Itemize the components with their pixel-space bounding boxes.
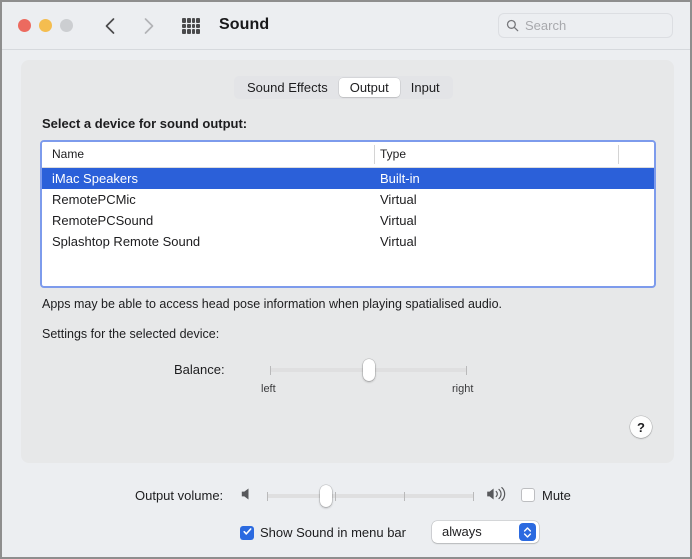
settings-for-device-label: Settings for the selected device: [42, 327, 219, 341]
chevron-up-down-icon[interactable] [519, 523, 536, 541]
table-row[interactable]: iMac Speakers Built-in [42, 168, 654, 189]
device-type: Built-in [380, 171, 420, 186]
tab-bar: Sound Effects Output Input [234, 76, 453, 99]
page-title: Sound [219, 16, 269, 34]
table-row[interactable]: RemotePCSound Virtual [42, 210, 654, 231]
device-name: RemotePCSound [52, 213, 153, 228]
column-header-type[interactable]: Type [380, 147, 406, 161]
forward-button[interactable] [137, 14, 161, 38]
device-type: Virtual [380, 192, 417, 207]
tab-input[interactable]: Input [400, 78, 451, 97]
column-divider-2[interactable] [618, 145, 619, 164]
search-icon [506, 19, 519, 32]
zoom-button[interactable] [60, 19, 73, 32]
checkmark-icon [242, 524, 253, 542]
output-volume-label: Output volume: [135, 488, 223, 503]
column-header-name[interactable]: Name [52, 147, 84, 161]
volume-tick-1 [335, 492, 336, 501]
volume-tick-0 [267, 492, 268, 501]
balance-max-label: right [452, 383, 473, 395]
help-button[interactable]: ? [630, 416, 652, 438]
balance-slider[interactable] [270, 368, 467, 372]
device-type: Virtual [380, 234, 417, 249]
speaker-low-icon [240, 486, 256, 507]
device-name: RemotePCMic [52, 192, 136, 207]
device-type: Virtual [380, 213, 417, 228]
show-all-grid-icon[interactable] [182, 18, 200, 34]
output-volume-slider[interactable] [267, 494, 474, 498]
back-button[interactable] [98, 14, 122, 38]
show-sound-in-menu-bar-checkbox[interactable] [240, 526, 254, 540]
search-field[interactable] [498, 13, 673, 38]
balance-label: Balance: [174, 362, 225, 377]
volume-slider-thumb[interactable] [320, 485, 332, 507]
device-list-heading: Select a device for sound output: [42, 116, 247, 131]
menu-bar-visibility-popup[interactable]: always [432, 521, 539, 543]
device-name: Splashtop Remote Sound [52, 234, 200, 249]
table-row[interactable]: Splashtop Remote Sound Virtual [42, 231, 654, 252]
minimize-button[interactable] [39, 19, 52, 32]
mute-checkbox[interactable] [521, 488, 535, 502]
popup-selected-value: always [442, 524, 482, 539]
close-button[interactable] [18, 19, 31, 32]
search-input[interactable] [525, 18, 655, 33]
table-header-row: Name Type [42, 142, 654, 168]
mute-label[interactable]: Mute [542, 488, 571, 503]
balance-tick-left [270, 366, 271, 375]
chevron-right-icon [143, 17, 155, 35]
tab-sound-effects[interactable]: Sound Effects [236, 78, 339, 97]
spatial-audio-note: Apps may be able to access head pose inf… [42, 297, 502, 311]
balance-min-label: left [261, 383, 276, 395]
device-name: iMac Speakers [52, 171, 138, 186]
column-divider-1[interactable] [374, 145, 375, 164]
tab-output[interactable]: Output [339, 78, 400, 97]
balance-slider-thumb[interactable] [363, 359, 375, 381]
volume-tick-3 [473, 492, 474, 501]
table-row[interactable]: RemotePCMic Virtual [42, 189, 654, 210]
sound-preferences-window: Sound Sound Effects Output Input Select … [2, 2, 690, 557]
chevron-left-icon [104, 17, 116, 35]
window-titlebar: Sound [2, 2, 690, 50]
traffic-light-buttons [18, 19, 73, 32]
speaker-high-icon [486, 486, 508, 507]
show-sound-in-menu-bar-label[interactable]: Show Sound in menu bar [260, 525, 406, 540]
volume-tick-2 [404, 492, 405, 501]
output-device-table[interactable]: Name Type iMac Speakers Built-in RemoteP… [40, 140, 656, 288]
balance-tick-right [466, 366, 467, 375]
